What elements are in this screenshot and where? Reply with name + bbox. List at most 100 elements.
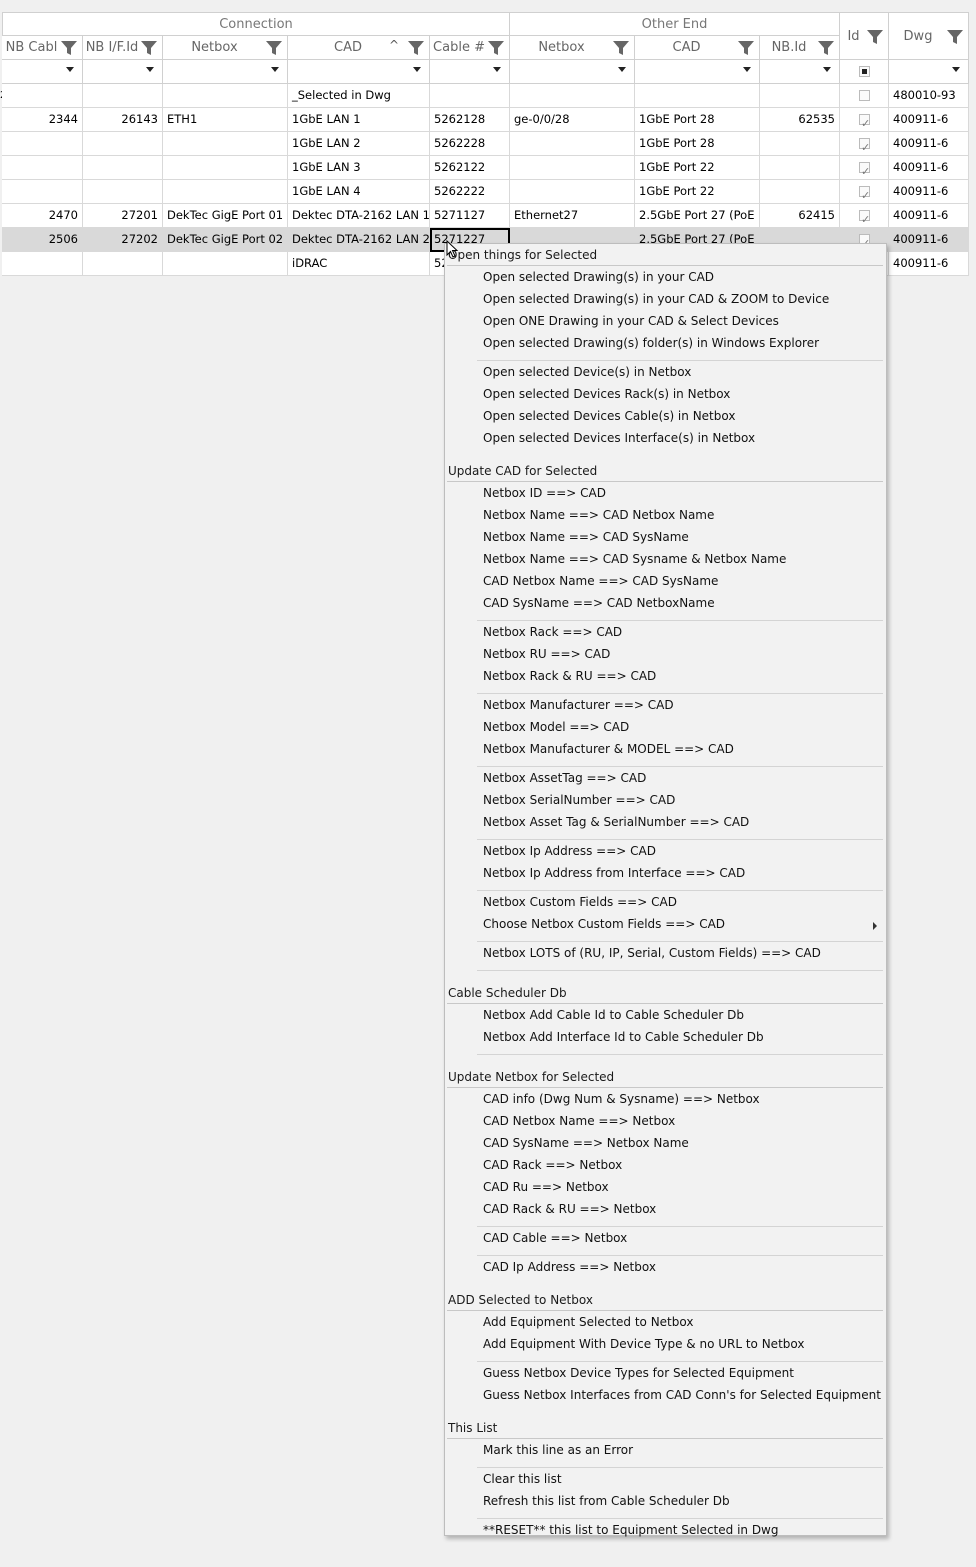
row-checkbox[interactable]	[859, 90, 870, 101]
menu-item-netbox-model-cad[interactable]: Netbox Model ==> CAD	[483, 720, 629, 734]
cell-dwg[interactable]: 400911-6	[889, 108, 969, 132]
filter-dropdown-oe-netbox[interactable]	[510, 60, 635, 84]
cell-nb-id[interactable]: 62415	[760, 204, 840, 228]
table-row[interactable]: 1GbE LAN 25262228 1GbE Port 28 400911-6	[0, 132, 976, 156]
menu-item-cad-rack-netbox[interactable]: CAD Rack ==> Netbox	[483, 1158, 622, 1172]
row-checkbox[interactable]	[859, 208, 870, 227]
cell-nb-id[interactable]	[760, 156, 840, 180]
cell-oe-netbox[interactable]	[510, 180, 635, 204]
cell-cad[interactable]: 1GbE LAN 4	[288, 180, 430, 204]
cell-nb-id[interactable]	[760, 180, 840, 204]
cell-id[interactable]	[840, 180, 889, 204]
cell-nb-cable[interactable]: 2470	[2, 204, 83, 228]
table-row[interactable]: 2470 27201 DekTec GigE Port 01 Dektec DTA-2…	[0, 204, 976, 228]
menu-item-open-selected-devices-cable-s-in-netbox[interactable]: Open selected Devices Cable(s) in Netbox	[483, 409, 735, 423]
filter-dropdown-dwg[interactable]	[889, 60, 969, 84]
cell-dwg[interactable]: 400911-6	[889, 204, 969, 228]
filter-icon[interactable]	[817, 40, 835, 56]
menu-item-open-selected-drawing-s-folder-s-in-windows-explorer[interactable]: Open selected Drawing(s) folder(s) in Wi…	[483, 336, 819, 350]
menu-item-netbox-ip-address-from-interface-cad[interactable]: Netbox Ip Address from Interface ==> CAD	[483, 866, 745, 880]
column-header-netbox[interactable]: Netbox	[163, 36, 288, 60]
menu-item-netbox-assettag-cad[interactable]: Netbox AssetTag ==> CAD	[483, 771, 646, 785]
menu-item-netbox-add-cable-id-to-cable-scheduler-db[interactable]: Netbox Add Cable Id to Cable Scheduler D…	[483, 1008, 744, 1022]
cell-netbox[interactable]	[163, 84, 288, 108]
cell-netbox[interactable]	[163, 180, 288, 204]
cell-nb-if[interactable]	[83, 132, 163, 156]
cell-cable-num[interactable]: 5262222	[430, 180, 510, 204]
cell-cad[interactable]: Dektec DTA-2162 LAN 2	[288, 228, 430, 252]
filter-icon[interactable]	[140, 40, 158, 56]
filter-icon[interactable]	[60, 40, 78, 56]
cell-cad[interactable]: 1GbE LAN 2	[288, 132, 430, 156]
cell-nb-cable[interactable]	[2, 156, 83, 180]
menu-item-cad-netbox-name-cad-sysname[interactable]: CAD Netbox Name ==> CAD SysName	[483, 574, 718, 588]
filter-dropdown-nb-cable[interactable]	[2, 60, 83, 84]
cell-netbox[interactable]: DekTec GigE Port 01	[163, 204, 288, 228]
table-row[interactable]: 1GbE LAN 35262122 1GbE Port 22 400911-6	[0, 156, 976, 180]
filter-checkbox[interactable]	[859, 66, 870, 77]
menu-item-open-selected-devices-rack-s-in-netbox[interactable]: Open selected Devices Rack(s) in Netbox	[483, 387, 730, 401]
menu-item-open-selected-drawing-s-in-your-cad[interactable]: Open selected Drawing(s) in your CAD	[483, 270, 714, 284]
cell-netbox[interactable]	[163, 132, 288, 156]
menu-item-reset-this-list-to-equipment-selected-in-dwg[interactable]: **RESET** this list to Equipment Selecte…	[483, 1523, 779, 1537]
filter-dropdown-nb-if[interactable]	[83, 60, 163, 84]
filter-icon[interactable]	[737, 40, 755, 56]
menu-item-cad-sysname-cad-netboxname[interactable]: CAD SysName ==> CAD NetboxName	[483, 596, 715, 610]
row-checkbox[interactable]	[859, 184, 870, 203]
cell-nb-if[interactable]: 27202	[83, 228, 163, 252]
cell-dwg[interactable]: 400911-6	[889, 132, 969, 156]
menu-item-netbox-rack-ru-cad[interactable]: Netbox Rack & RU ==> CAD	[483, 669, 656, 683]
column-header-dwg[interactable]: Dwg	[889, 12, 969, 60]
menu-item-open-selected-devices-interface-s-in-netbox[interactable]: Open selected Devices Interface(s) in Ne…	[483, 431, 755, 445]
filter-dropdown-oe-cad[interactable]	[635, 60, 760, 84]
menu-item-netbox-custom-fields-cad[interactable]: Netbox Custom Fields ==> CAD	[483, 895, 677, 909]
menu-item-open-selected-drawing-s-in-your-cad-zoom-to-device[interactable]: Open selected Drawing(s) in your CAD & Z…	[483, 292, 829, 306]
cell-nb-if[interactable]	[83, 84, 163, 108]
menu-item-cad-sysname-netbox-name[interactable]: CAD SysName ==> Netbox Name	[483, 1136, 689, 1150]
cell-nb-cable[interactable]	[2, 180, 83, 204]
cell-dwg[interactable]: 400911-6	[889, 252, 969, 276]
cell-nb-cable[interactable]: 2506	[2, 228, 83, 252]
cell-nb-cable[interactable]: 2344	[2, 108, 83, 132]
table-row[interactable]: 2_Selected in Dwg480010-93	[0, 84, 976, 108]
row-checkbox[interactable]	[859, 112, 870, 131]
table-row[interactable]: 1GbE LAN 45262222 1GbE Port 22 400911-6	[0, 180, 976, 204]
menu-item-netbox-asset-tag-serialnumber-cad[interactable]: Netbox Asset Tag & SerialNumber ==> CAD	[483, 815, 749, 829]
menu-item-netbox-ru-cad[interactable]: Netbox RU ==> CAD	[483, 647, 610, 661]
cell-oe-cad[interactable]	[635, 84, 760, 108]
filter-dropdown-netbox[interactable]	[163, 60, 288, 84]
menu-item-cad-rack-ru-netbox[interactable]: CAD Rack & RU ==> Netbox	[483, 1202, 656, 1216]
cell-cad[interactable]: 1GbE LAN 1	[288, 108, 430, 132]
menu-item-cad-ru-netbox[interactable]: CAD Ru ==> Netbox	[483, 1180, 609, 1194]
cell-id[interactable]	[840, 84, 889, 108]
column-header-oe-cad[interactable]: CAD	[635, 36, 760, 60]
filter-icon[interactable]	[265, 40, 283, 56]
menu-item-netbox-ip-address-cad[interactable]: Netbox Ip Address ==> CAD	[483, 844, 656, 858]
menu-item-netbox-id-cad[interactable]: Netbox ID ==> CAD	[483, 486, 606, 500]
cell-nb-if[interactable]	[83, 156, 163, 180]
row-checkbox[interactable]	[859, 136, 870, 155]
cell-dwg[interactable]: 400911-6	[889, 228, 969, 252]
cell-dwg[interactable]: 480010-93	[889, 84, 969, 108]
cell-netbox[interactable]: DekTec GigE Port 02	[163, 228, 288, 252]
menu-item-netbox-manufacturer-cad[interactable]: Netbox Manufacturer ==> CAD	[483, 698, 674, 712]
cell-oe-cad[interactable]: 1GbE Port 22	[635, 156, 760, 180]
cell-cad[interactable]: _Selected in Dwg	[288, 84, 430, 108]
cell-oe-cad[interactable]: 1GbE Port 28	[635, 108, 760, 132]
cell-nb-if[interactable]: 27201	[83, 204, 163, 228]
menu-item-cad-info-dwg-num-sysname-netbox[interactable]: CAD info (Dwg Num & Sysname) ==> Netbox	[483, 1092, 760, 1106]
column-header-oe-netbox[interactable]: Netbox	[510, 36, 635, 60]
cell-netbox[interactable]	[163, 156, 288, 180]
menu-item-netbox-lots-of-ru-ip-serial-custom-fields-cad[interactable]: Netbox LOTS of (RU, IP, Serial, Custom F…	[483, 946, 821, 960]
row-checkbox[interactable]	[859, 160, 870, 179]
cell-cable-num[interactable]: 5262228	[430, 132, 510, 156]
cell-nb-if[interactable]	[83, 180, 163, 204]
menu-item-open-one-drawing-in-your-cad-select-devices[interactable]: Open ONE Drawing in your CAD & Select De…	[483, 314, 779, 328]
menu-item-guess-netbox-device-types-for-selected-equipment[interactable]: Guess Netbox Device Types for Selected E…	[483, 1366, 794, 1380]
filter-dropdown-id[interactable]	[840, 60, 889, 84]
cell-oe-cad[interactable]: 1GbE Port 28	[635, 132, 760, 156]
cell-oe-netbox[interactable]: ge-0/0/28	[510, 108, 635, 132]
filter-dropdown-cable-num[interactable]	[430, 60, 510, 84]
cell-nb-if[interactable]: 26143	[83, 108, 163, 132]
cell-cable-num[interactable]	[430, 84, 510, 108]
